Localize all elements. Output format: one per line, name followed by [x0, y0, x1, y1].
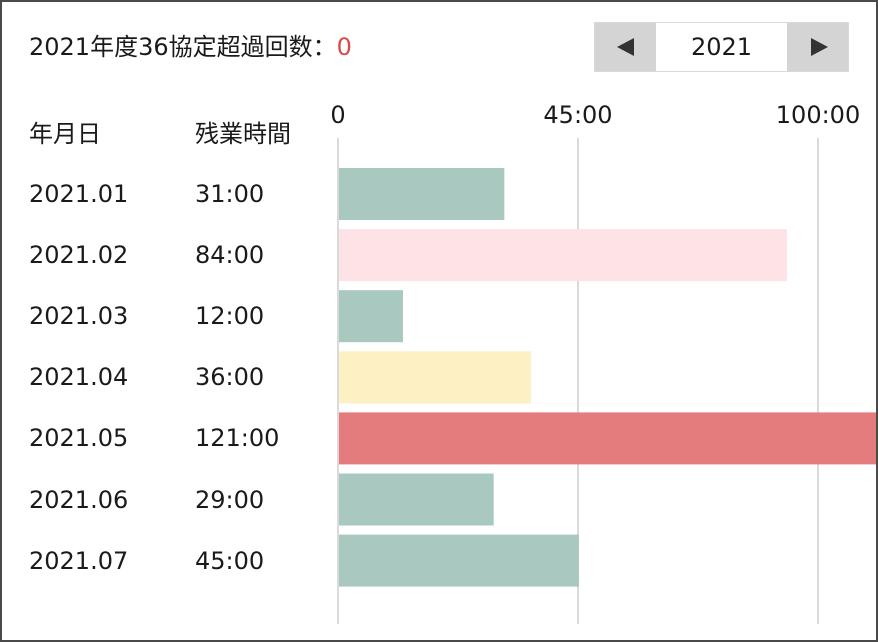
bar-2021.06: [339, 473, 494, 526]
tick-label-0: 0: [330, 101, 345, 129]
tick-label-2: 100:00: [776, 101, 860, 129]
bar-2021.07: [339, 534, 579, 587]
chart-panel: 2021年度36協定超過回数：0 2021 年月日 残業時間 2021.01 31…: [0, 0, 878, 642]
bar-chart: 0 45:00 100:00: [330, 101, 876, 624]
tick-label-1: 45:00: [543, 101, 612, 129]
bar-2021.02: [339, 229, 787, 282]
bar-2021.01: [339, 168, 505, 220]
bar-2021.04: [339, 351, 531, 404]
bar-2021.05: [339, 412, 876, 465]
bar-2021.03: [339, 290, 403, 343]
